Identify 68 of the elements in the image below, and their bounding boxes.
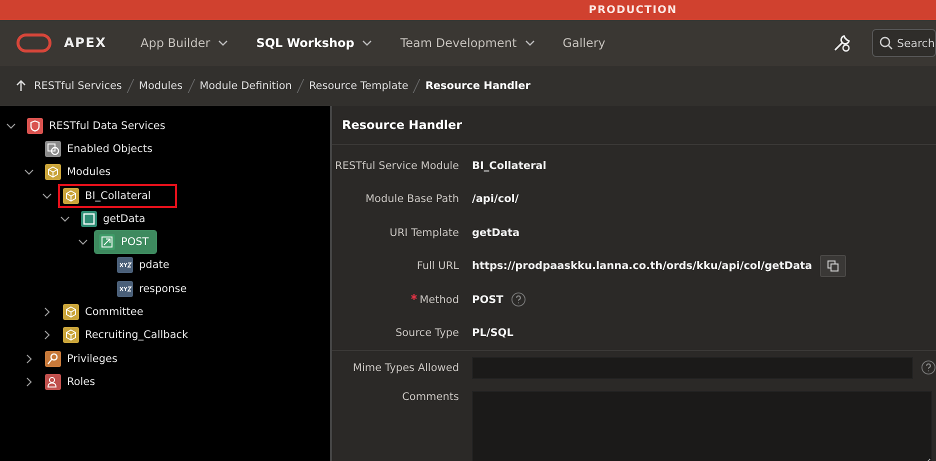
collapse-chevron-icon[interactable]: [24, 167, 34, 178]
field-value: PL/SQL: [472, 327, 514, 340]
panel-title: Resource Handler: [332, 106, 936, 145]
collapse-chevron-icon[interactable]: [78, 237, 88, 248]
collapse-chevron-icon[interactable]: [60, 214, 70, 224]
privileges-icon: [45, 350, 61, 367]
field-label: Mime Types Allowed: [352, 362, 459, 374]
environment-banner: PRODUCTION: [0, 0, 936, 20]
expand-chevron-icon[interactable]: [42, 307, 52, 318]
tree-node[interactable]: POST: [94, 230, 157, 254]
nav-menu[interactable]: SQL Workshop: [244, 30, 384, 56]
tree-node[interactable]: RESTful Data Services: [22, 114, 170, 138]
search-field[interactable]: Search: [872, 29, 936, 57]
service-icon: [27, 118, 43, 134]
breadcrumb-link[interactable]: Modules: [138, 80, 183, 92]
handler-icon: [99, 234, 115, 250]
modules-icon: [45, 164, 61, 180]
tree-node[interactable]: response: [112, 276, 192, 301]
nav-menu[interactable]: Team Development: [388, 30, 547, 56]
tree-node[interactable]: BI_Collateral: [58, 184, 177, 208]
module-icon: [63, 327, 79, 344]
collapse-chevron-icon[interactable]: [42, 190, 52, 201]
breadcrumb-link[interactable]: Resource Template: [308, 80, 408, 92]
breadcrumb-link[interactable]: Module Definition: [200, 80, 292, 92]
tree-node[interactable]: Privileges: [40, 346, 122, 371]
field-value: getData: [472, 226, 520, 239]
nav-menu[interactable]: App Builder: [128, 30, 240, 56]
field-label: URI Template: [388, 226, 459, 239]
collapse-chevron-icon[interactable]: [6, 120, 16, 131]
tree-node[interactable]: Enabled Objects: [40, 136, 158, 161]
field-value: BI_Collateral: [472, 160, 546, 172]
expand-chevron-icon[interactable]: [24, 376, 34, 387]
copy-button[interactable]: [820, 255, 846, 278]
parameter-icon: [117, 257, 133, 274]
up-arrow-icon[interactable]: [16, 80, 26, 92]
tree-node[interactable]: pdate: [112, 253, 174, 278]
objects-icon: [45, 140, 61, 157]
field-label: Method: [332, 294, 459, 306]
field-label: Comments: [401, 390, 459, 402]
wrench-icon[interactable]: [832, 33, 852, 53]
help-icon[interactable]: [921, 360, 936, 376]
tree-node[interactable]: Roles: [40, 370, 100, 394]
module-icon: [63, 188, 79, 204]
tree-node[interactable]: Recruiting_Callback: [58, 323, 194, 348]
template-icon: [81, 210, 97, 227]
field-label: Module Base Path: [364, 193, 459, 206]
copy-icon: [827, 260, 840, 272]
search-icon: [879, 36, 893, 50]
breadcrumb-link[interactable]: Resource Handler: [425, 80, 530, 92]
nav-menu[interactable]: Gallery: [550, 30, 618, 56]
tree-node[interactable]: Modules: [40, 160, 116, 184]
module-icon: [63, 304, 79, 320]
field-value: /api/col/: [472, 193, 519, 206]
expand-chevron-icon[interactable]: [42, 330, 52, 340]
logo-text[interactable]: APEX: [64, 36, 106, 50]
field-label: RESTful Service Module: [334, 160, 459, 172]
field-label: Full URL: [416, 260, 459, 272]
field-value: POST: [472, 294, 504, 306]
help-icon[interactable]: [511, 292, 526, 308]
field-value: https://prodpaaskku.lanna.co.th/ords/kku/api/col/getData: [472, 260, 812, 272]
roles-icon: [45, 374, 61, 390]
expand-chevron-icon[interactable]: [24, 354, 34, 364]
field-label: Source Type: [394, 327, 459, 340]
logo-icon[interactable]: [16, 33, 52, 53]
tree-node[interactable]: Committee: [58, 300, 148, 324]
parameter-icon: [117, 280, 133, 297]
tree-node[interactable]: getData: [76, 206, 150, 231]
breadcrumb-link[interactable]: RESTful Services: [34, 80, 122, 92]
